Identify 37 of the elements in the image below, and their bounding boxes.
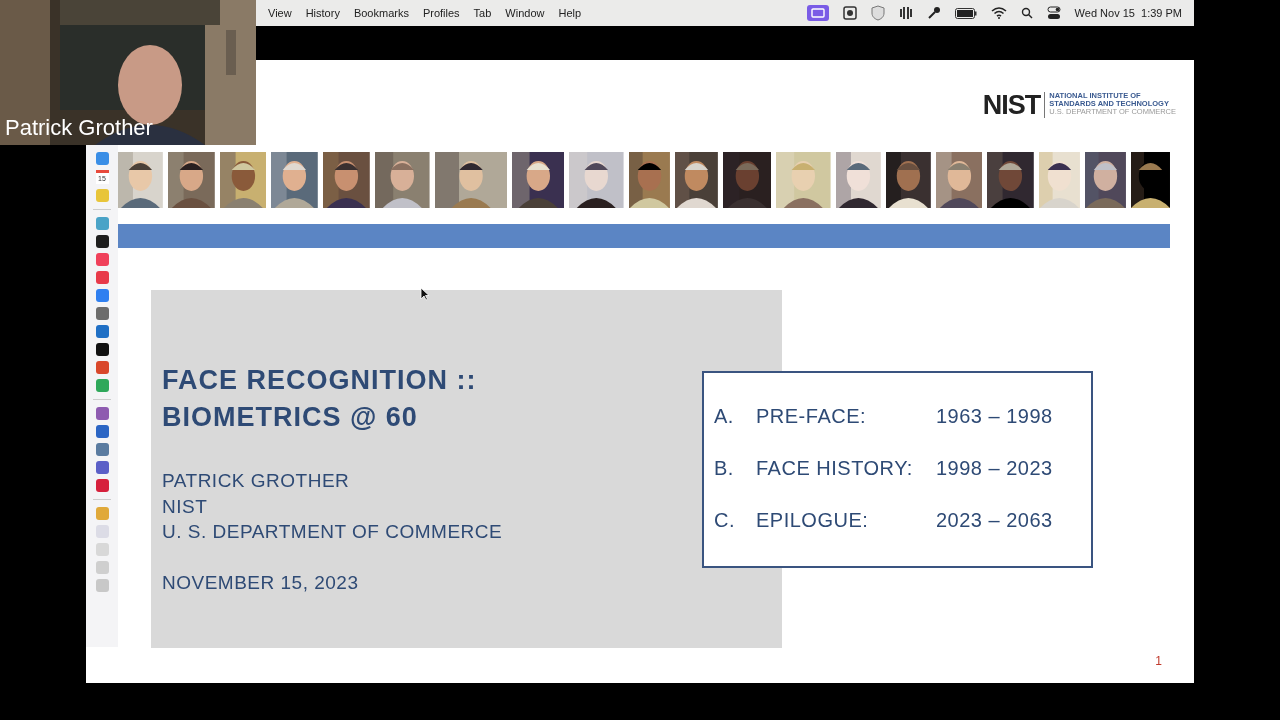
agenda-label: FACE HISTORY:	[756, 456, 914, 481]
agenda-letter: B.	[714, 456, 735, 481]
author-text: U. S. DEPARTMENT OF COMMERCE	[162, 520, 503, 544]
menu-item[interactable]: Profiles	[422, 7, 460, 19]
date-text: NOVEMBER 15, 2023	[162, 571, 359, 594]
agenda-label: EPILOGUE:	[756, 508, 870, 533]
menu-item[interactable]: History	[305, 7, 340, 19]
agenda-years: 1998 – 2023	[936, 456, 1053, 481]
slide-title: FACE RECOGNITION :: BIOMETRICS @ 60	[162, 364, 477, 434]
app-icon[interactable]	[95, 343, 109, 356]
menu-bar-clock: Wed Nov 15 1:39 PM	[1074, 7, 1182, 19]
battery-icon[interactable]	[954, 7, 977, 19]
search-icon[interactable]	[1020, 7, 1033, 19]
shield-icon[interactable]	[870, 5, 885, 21]
key-icon[interactable]	[926, 6, 941, 20]
menu-item[interactable]: View	[268, 7, 292, 19]
logo-wordmark: NIST	[982, 92, 1046, 118]
agenda-years: 1963 – 1998	[936, 404, 1053, 429]
author-text: PATRICK GROTHER	[162, 469, 350, 493]
agenda-years: 2023 – 2063	[936, 508, 1053, 533]
agenda-letter: A.	[714, 404, 735, 429]
menu-item[interactable]: Help	[558, 7, 582, 19]
app-icon[interactable]	[95, 235, 109, 248]
agenda-label: PRE-FACE:	[756, 404, 868, 429]
app-status-icon[interactable]	[842, 6, 857, 20]
menu-item[interactable]: Window	[505, 7, 545, 19]
audio-bars-icon[interactable]	[898, 6, 913, 20]
wifi-icon[interactable]	[990, 7, 1007, 19]
agenda-letter: C.	[714, 508, 736, 533]
participant-name: Patrick Grother	[5, 115, 153, 141]
cursor-icon	[420, 287, 430, 301]
control-center-icon[interactable]	[1046, 6, 1061, 20]
menu-item[interactable]: Tab	[473, 7, 492, 19]
menu-item[interactable]: Bookmarks	[353, 7, 409, 19]
page-number: 1	[1155, 654, 1162, 668]
screen-share-icon[interactable]	[806, 5, 829, 21]
author-text: NIST	[162, 494, 208, 519]
